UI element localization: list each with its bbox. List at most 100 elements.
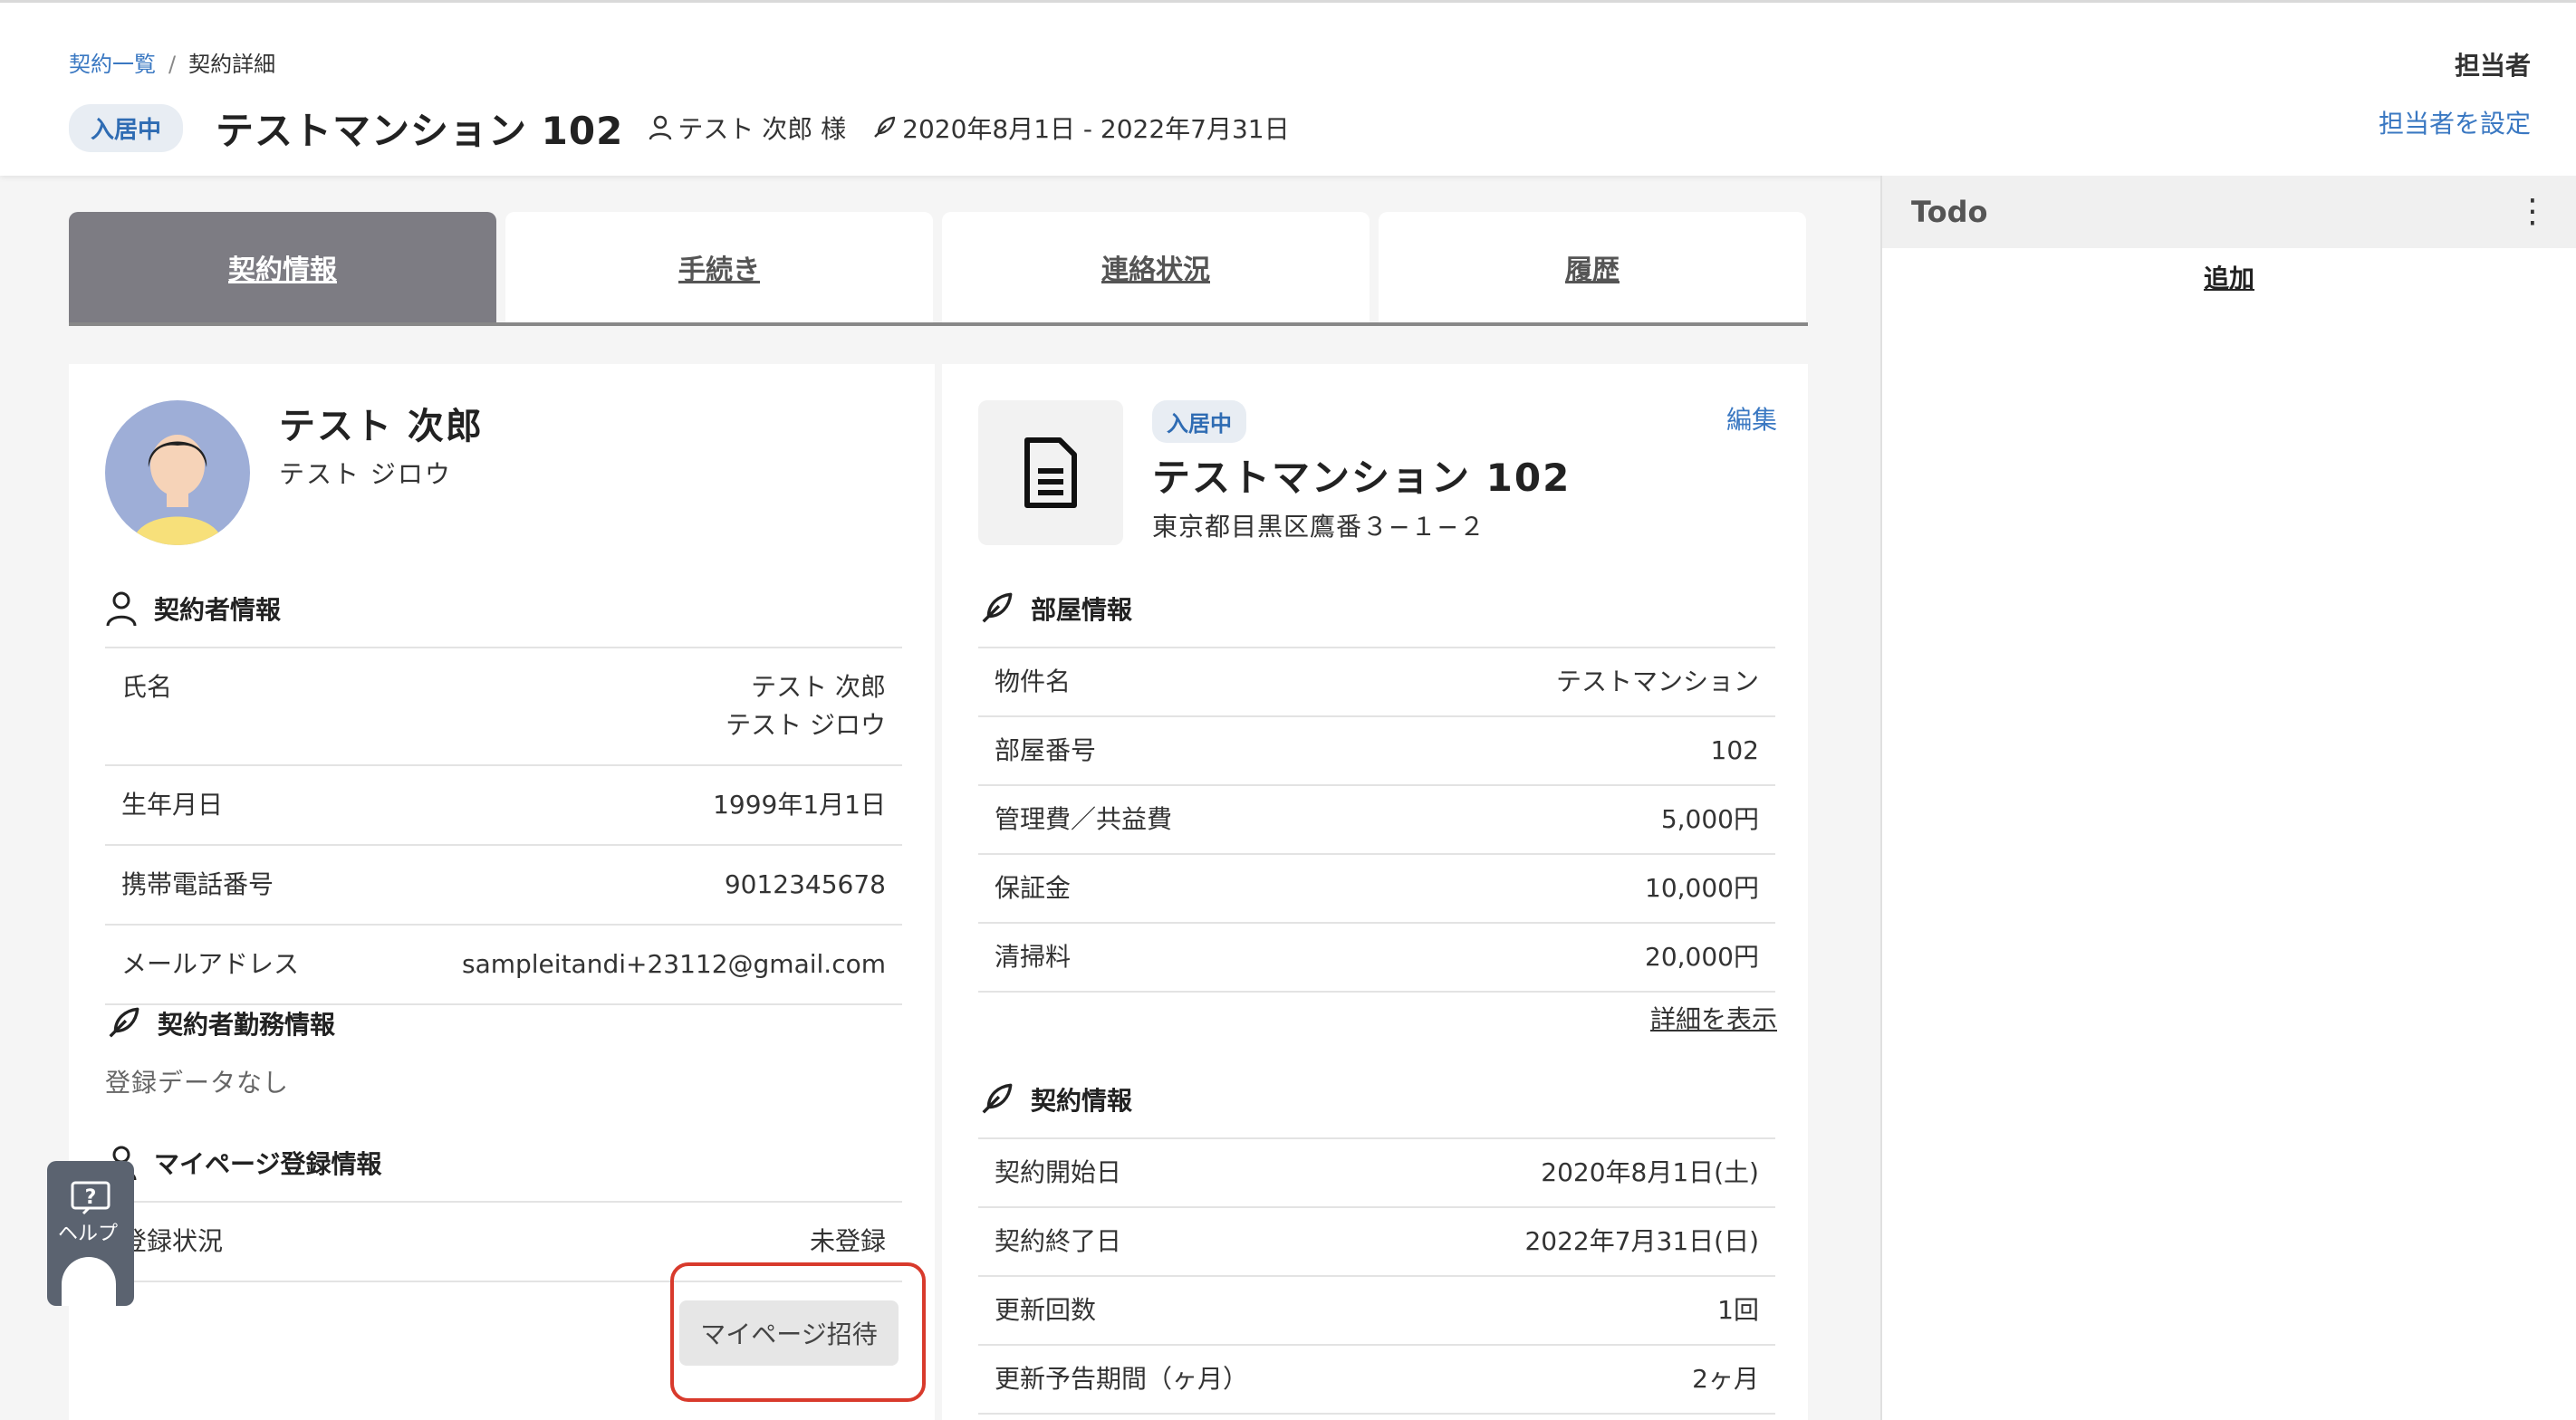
row-value: 2022年7月31日(日) <box>1524 1226 1759 1256</box>
row-label: 携帯電話番号 <box>121 869 274 899</box>
table-row: 契約開始日 2020年8月1日(土) <box>978 1137 1775 1206</box>
row-label: 登録状況 <box>121 1226 224 1256</box>
document-icon <box>978 400 1123 545</box>
property-panel: 入居中 編集 テストマンション 102 東京都目黒区鷹番３−１−２ 部屋情報 物… <box>942 364 1808 1420</box>
row-label: 更新回数 <box>995 1295 1097 1325</box>
table-row: 氏名 テスト 次郎テスト ジロウ <box>105 647 902 764</box>
row-label: 部屋番号 <box>995 735 1097 765</box>
row-label: 物件名 <box>995 667 1072 696</box>
set-assignee-link[interactable]: 担当者を設定 <box>2379 104 2531 140</box>
row-value: 1999年1月1日 <box>713 790 886 820</box>
period-meta: 2020年8月1日 - 2022年7月31日 <box>871 110 1290 146</box>
person-name: テスト 次郎 <box>279 406 484 447</box>
section-title-text: 契約者勤務情報 <box>158 1010 336 1040</box>
question-icon: ? <box>71 1181 111 1215</box>
row-label: 保証金 <box>995 873 1072 903</box>
row-value: 未登録 <box>809 1226 886 1256</box>
row-value: 5,000円 <box>1660 804 1759 834</box>
row-value: テスト 次郎テスト ジロウ <box>726 668 886 744</box>
contract-section-title: 契約情報 <box>978 1081 1132 1118</box>
contractor-table: 氏名 テスト 次郎テスト ジロウ 生年月日 1999年1月1日 携帯電話番号 9… <box>105 647 902 1005</box>
table-row: 更新予告期間（ヶ月） 2ヶ月 <box>978 1344 1775 1415</box>
row-label: 清掃料 <box>995 942 1072 972</box>
breadcrumb-separator: / <box>168 52 177 77</box>
contractor-section-title: 契約者情報 <box>105 590 281 627</box>
property-status-badge: 入居中 <box>1152 400 1246 443</box>
contract-period: 2020年8月1日 - 2022年7月31日 <box>902 114 1290 144</box>
row-value: 102 <box>1710 735 1759 765</box>
person-kana: テスト ジロウ <box>279 459 452 489</box>
table-row: 管理費／共益費 5,000円 <box>978 784 1775 853</box>
title-row: 入居中 テストマンション 102 テスト 次郎 様 2020年8月1日 - 20… <box>69 101 1290 155</box>
show-details-link[interactable]: 詳細を表示 <box>1650 1000 1777 1036</box>
row-value: 20,000円 <box>1645 942 1759 972</box>
contract-table: 契約開始日 2020年8月1日(土) 契約終了日 2022年7月31日(日) 更新回… <box>978 1137 1775 1415</box>
tab-bar: 契約情報 手続き 連絡状況 履歴 <box>69 212 1808 326</box>
user-icon <box>106 591 137 627</box>
row-label: 契約開始日 <box>995 1157 1122 1187</box>
row-value: 10,000円 <box>1645 873 1759 903</box>
name-kanji: テスト 次郎 <box>751 672 886 702</box>
row-value: 1回 <box>1717 1295 1759 1325</box>
avatar <box>105 400 250 545</box>
mypage-invite-button[interactable]: マイページ招待 <box>679 1300 899 1366</box>
property-name: テストマンション 102 <box>1152 456 1572 500</box>
work-section-title: 契約者勤務情報 <box>105 1005 335 1041</box>
row-label: メールアドレス <box>121 949 300 979</box>
help-widget[interactable]: ? ヘルプ <box>47 1161 134 1306</box>
edit-link[interactable]: 編集 <box>1726 400 1777 437</box>
row-value: sampleitandi+23112@gmail.com <box>461 949 886 979</box>
empty-state: 登録データなし <box>105 1068 290 1098</box>
feather-icon <box>874 116 896 138</box>
tab-procedures[interactable]: 手続き <box>505 212 933 322</box>
table-row: 保証金 10,000円 <box>978 853 1775 922</box>
tab-history[interactable]: 履歴 <box>1379 212 1806 322</box>
todo-title: Todo <box>1911 195 1988 229</box>
contractor-panel: テスト 次郎 テスト ジロウ 契約者情報 氏名 テスト 次郎 テスト ジロウ 生年… <box>69 364 935 1420</box>
breadcrumb-link-contracts[interactable]: 契約一覧 <box>69 52 156 77</box>
breadcrumb-current: 契約詳細 <box>188 52 276 77</box>
page-header: 契約一覧 / 契約詳細 入居中 テストマンション 102 テスト 次郎 様 2020… <box>0 0 2576 176</box>
row-value: 2020年8月1日(土) <box>1541 1157 1759 1187</box>
room-table: 物件名 テストマンション 部屋番号 102 管理費／共益費 5,000円 保証金 10,… <box>978 647 1775 993</box>
section-title-text: 契約者情報 <box>154 595 282 625</box>
feather-icon <box>982 592 1013 623</box>
table-row: 清掃料 20,000円 <box>978 922 1775 993</box>
row-value: 2ヶ月 <box>1692 1364 1759 1394</box>
todo-header: Todo ⋮ <box>1882 176 2576 248</box>
feather-icon <box>982 1083 1013 1114</box>
row-label: 更新予告期間（ヶ月） <box>995 1364 1249 1394</box>
tab-contract-info[interactable]: 契約情報 <box>69 212 496 322</box>
row-label: 生年月日 <box>121 790 224 820</box>
room-section-title: 部屋情報 <box>978 590 1132 627</box>
table-row: 更新回数 1回 <box>978 1275 1775 1344</box>
mypage-section-title: マイページ登録情報 <box>105 1145 381 1181</box>
row-label: 氏名 <box>121 672 173 702</box>
row-label: 管理費／共益費 <box>995 804 1173 834</box>
table-row: 携帯電話番号 9012345678 <box>105 844 902 924</box>
tenant-meta: テスト 次郎 様 <box>649 110 846 146</box>
tab-contact-status[interactable]: 連絡状況 <box>942 212 1370 322</box>
tenant-name: テスト 次郎 様 <box>678 114 847 144</box>
section-title-text: マイページ登録情報 <box>154 1149 382 1179</box>
page-title: テストマンション 102 <box>216 108 624 153</box>
feather-icon <box>109 1007 139 1038</box>
table-row: 部屋番号 102 <box>978 715 1775 784</box>
more-options-icon[interactable]: ⋮ <box>2516 196 2549 228</box>
assignee-label: 担当者 <box>2454 51 2531 81</box>
todo-add-link[interactable]: 追加 <box>1882 259 2576 295</box>
table-row: メールアドレス sampleitandi+23112@gmail.com <box>105 924 902 1005</box>
table-row: 物件名 テストマンション <box>978 647 1775 715</box>
mascot-icon <box>62 1257 116 1306</box>
breadcrumb: 契約一覧 / 契約詳細 <box>69 46 275 78</box>
row-value: テストマンション <box>1555 667 1759 696</box>
row-label: 契約終了日 <box>995 1226 1122 1256</box>
todo-panel: Todo ⋮ 追加 <box>1880 176 2576 1420</box>
row-value: 9012345678 <box>724 869 886 899</box>
table-row: 生年月日 1999年1月1日 <box>105 764 902 844</box>
help-label: ヘルプ <box>58 1223 119 1245</box>
status-badge: 入居中 <box>69 103 184 152</box>
property-address: 東京都目黒区鷹番３−１−２ <box>1152 512 1485 542</box>
name-kana: テスト ジロウ <box>726 710 886 740</box>
section-title-text: 契約情報 <box>1031 1086 1133 1116</box>
